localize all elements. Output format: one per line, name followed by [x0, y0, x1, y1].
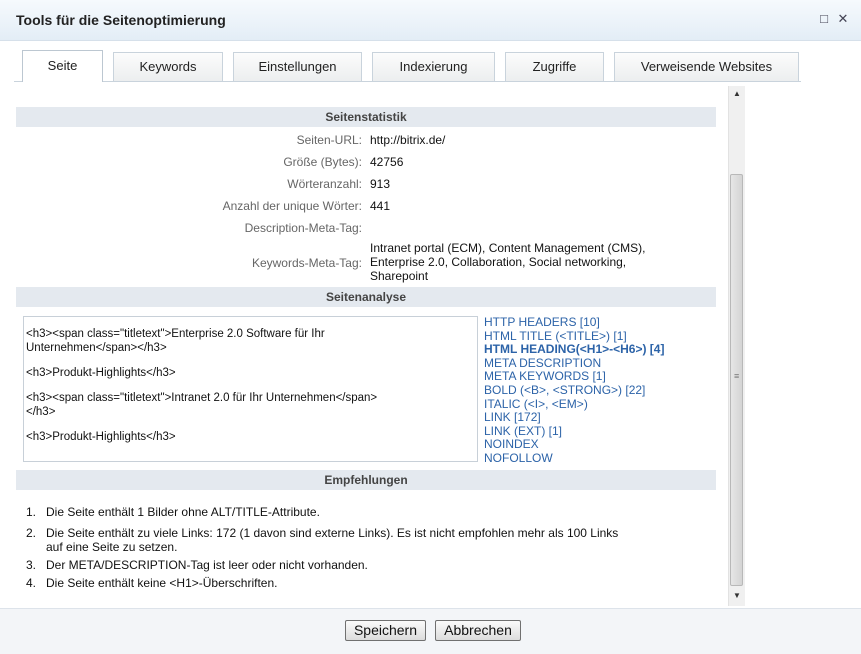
link-meta-keywords[interactable]: META KEYWORDS [1] — [484, 370, 664, 384]
stat-value-url: http://bitrix.de/ — [370, 133, 446, 147]
tab-seite[interactable]: Seite — [22, 50, 103, 82]
scroll-down-icon[interactable]: ▼ — [729, 588, 745, 604]
stat-value-size: 42756 — [370, 155, 404, 169]
tab-zugriffe[interactable]: Zugriffe — [505, 52, 604, 81]
tab-strip-divider — [14, 81, 801, 82]
list-item-text: Die Seite enthält zu viele Links: 172 (1… — [46, 526, 619, 540]
code-line: <h3>Produkt-Highlights</h3> — [26, 431, 176, 443]
close-icon[interactable]: ✕ — [835, 11, 851, 27]
analysis-link-list: HTTP HEADERS [10] HTML TITLE (<TITLE>) [… — [484, 315, 664, 466]
list-item-text: Der META/DESCRIPTION-Tag ist leer oder n… — [46, 558, 368, 572]
tab-indexierung[interactable]: Indexierung — [372, 52, 495, 81]
list-item-text: Die Seite enthält keine <H1>-Überschrift… — [46, 576, 278, 590]
scroll-up-icon[interactable]: ▲ — [729, 86, 745, 102]
tab-einstellungen[interactable]: Einstellungen — [233, 52, 362, 81]
code-line: Unternehmen</span></h3> — [26, 342, 167, 354]
list-item-text: Die Seite enthält 1 Bilder ohne ALT/TITL… — [46, 505, 320, 519]
section-heading-seitenanalyse: Seitenanalyse — [16, 287, 716, 307]
stat-value-words: 913 — [370, 177, 391, 191]
link-http-headers[interactable]: HTTP HEADERS [10] — [484, 315, 664, 330]
tab-keywords[interactable]: Keywords — [113, 52, 223, 81]
link-bold[interactable]: BOLD (<B>, <STRONG>) [22] — [484, 383, 664, 398]
link-meta-description[interactable]: META DESCRIPTION — [484, 356, 664, 371]
section-heading-seitenstatistik: Seitenstatistik — [16, 107, 716, 127]
stat-value-keywords-meta-line1: Intranet portal (ECM), Content Managemen… — [370, 241, 646, 255]
stat-label-keywords-meta: Keywords-Meta-Tag: — [251, 256, 362, 270]
code-line: </h3> — [26, 406, 56, 418]
dialog-footer: Speichern Abbrechen — [0, 608, 861, 654]
html-source-box[interactable]: <h3><span class="titletext">Enterprise 2… — [23, 316, 478, 462]
stat-label-url: Seiten-URL: — [296, 133, 362, 147]
link-html-heading[interactable]: HTML HEADING(<H1>-<H6>) [4] — [484, 343, 664, 357]
list-item-text: auf eine Seite zu setzen. — [46, 540, 178, 554]
tab-verweisende-websites[interactable]: Verweisende Websites — [614, 52, 799, 81]
code-line: <h3><span class="titletext">Enterprise 2… — [26, 328, 325, 340]
code-line: <h3>Produkt-Highlights</h3> — [26, 367, 176, 379]
link-italic[interactable]: ITALIC (<I>, <EM>) — [484, 397, 664, 412]
list-item-number: 1. — [26, 505, 37, 519]
vertical-scrollbar[interactable]: ▲ ≡ ▼ — [728, 86, 745, 606]
link-link-ext[interactable]: LINK (EXT) [1] — [484, 424, 664, 439]
scrollbar-thumb[interactable]: ≡ — [730, 174, 743, 586]
link-noindex[interactable]: NOINDEX — [484, 438, 664, 452]
link-html-title[interactable]: HTML TITLE (<TITLE>) [1] — [484, 329, 664, 344]
stat-value-keywords-meta-line2: Enterprise 2.0, Collaboration, Social ne… — [370, 255, 627, 269]
stat-label-description-meta: Description-Meta-Tag: — [244, 221, 362, 235]
list-item-number: 2. — [26, 526, 37, 540]
stat-label-unique-words: Anzahl der unique Wörter: — [222, 199, 362, 213]
save-button[interactable]: Speichern — [345, 620, 426, 641]
code-line: <h3><span class="titletext">Intranet 2.0… — [26, 392, 378, 404]
section-heading-empfehlungen: Empfehlungen — [16, 470, 716, 490]
list-item-number: 4. — [26, 576, 37, 590]
stat-value-unique-words: 441 — [370, 199, 391, 213]
grip-icon: ≡ — [734, 371, 740, 381]
dialog-titlebar: Tools für die Seitenoptimierung □ ✕ — [0, 0, 861, 41]
link-link[interactable]: LINK [172] — [484, 411, 664, 425]
link-nofollow[interactable]: NOFOLLOW — [484, 451, 664, 466]
stat-label-size: Größe (Bytes): — [283, 155, 362, 169]
list-item-number: 3. — [26, 558, 37, 572]
tab-content-seite: Seitenstatistik Seiten-URL: http://bitri… — [14, 86, 728, 606]
cancel-button[interactable]: Abbrechen — [435, 620, 521, 641]
stat-value-keywords-meta-line3: Sharepoint — [370, 269, 429, 283]
maximize-icon[interactable]: □ — [816, 11, 832, 27]
stat-label-words: Wörteranzahl: — [287, 177, 362, 191]
dialog-title: Tools für die Seitenoptimierung — [16, 12, 226, 28]
